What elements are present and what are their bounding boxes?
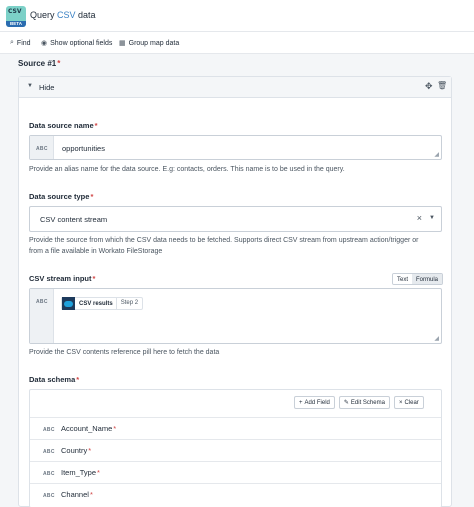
schema-field-row[interactable]: ABC Channel* xyxy=(30,483,441,505)
data-source-name-label: Data source name* xyxy=(29,121,98,130)
group-map-data-button[interactable]: ▦ Group map data xyxy=(119,39,179,48)
find-button[interactable]: ⌕ Find xyxy=(10,39,31,47)
trash-icon[interactable]: 🗑 xyxy=(437,81,447,90)
abc-type-tag: ABC xyxy=(43,427,55,433)
salesforce-icon xyxy=(62,297,75,310)
schema-field-row[interactable]: ABC Account_Name* xyxy=(30,417,441,439)
abc-type-tag: ABC xyxy=(36,146,48,152)
type-gutter: ABC xyxy=(30,136,54,159)
data-source-type-hint: Provide the source from which the CSV da… xyxy=(29,237,419,255)
abc-type-tag: ABC xyxy=(43,493,55,499)
text-mode-toggle[interactable]: Text xyxy=(393,274,413,284)
chevron-down-icon[interactable]: ▼ xyxy=(27,83,33,89)
source-panel: ▼ Hide ✥ 🗑 Data source name* ABC opportu… xyxy=(18,76,452,507)
source-panel-header[interactable]: ▼ Hide ✥ 🗑 xyxy=(19,77,451,98)
schema-actions: + Add Field ✎ Edit Schema × Clear xyxy=(294,396,424,409)
clear-button[interactable]: × Clear xyxy=(393,396,424,409)
data-source-name-value: opportunities xyxy=(62,144,105,153)
abc-type-tag: ABC xyxy=(43,449,55,455)
schema-field-name: Item_Type* xyxy=(61,468,100,477)
resize-handle-icon[interactable]: ◢ xyxy=(434,151,439,158)
csv-app-logo: CSV BETA xyxy=(6,6,26,27)
plus-icon: + xyxy=(299,399,303,406)
data-source-name-hint: Provide an alias name for the data sourc… xyxy=(29,166,345,173)
show-optional-fields-button[interactable]: ◉ Show optional fields xyxy=(41,39,112,48)
schema-field-row[interactable]: ABC Country* xyxy=(30,439,441,461)
text-formula-toggle: Text Formula xyxy=(392,273,444,285)
datapill-label: CSV results xyxy=(79,300,113,307)
search-icon: ⌕ xyxy=(10,39,14,46)
schema-field-name: Country* xyxy=(61,446,92,455)
app-header: CSV BETA Query CSV data xyxy=(0,0,474,32)
type-gutter: ABC xyxy=(30,289,54,343)
source-label: Source #1* xyxy=(18,59,61,68)
csv-stream-input-hint: Provide the CSV contents reference pill … xyxy=(29,349,220,356)
abc-type-tag: ABC xyxy=(43,471,55,477)
schema-field-name: Channel* xyxy=(61,490,93,499)
datapill-step: Step 2 xyxy=(115,297,142,310)
data-source-type-label: Data source type* xyxy=(29,192,94,201)
chevron-down-icon[interactable]: ▼ xyxy=(429,215,435,221)
formula-mode-toggle[interactable]: Formula xyxy=(412,274,443,284)
datapill[interactable]: CSV results Step 2 xyxy=(61,297,144,310)
logo-text: CSV xyxy=(8,8,22,15)
page-title: Query CSV data xyxy=(30,10,96,20)
hide-toggle[interactable]: Hide xyxy=(39,83,54,92)
close-icon: × xyxy=(398,399,403,406)
data-source-type-value: CSV content stream xyxy=(40,215,108,224)
schema-field-name: Account_Name* xyxy=(61,424,117,433)
edit-schema-button[interactable]: ✎ Edit Schema xyxy=(338,396,390,409)
beta-badge: BETA xyxy=(6,21,26,27)
schema-field-row[interactable]: ABC Item_Type* xyxy=(30,461,441,483)
move-icon[interactable]: ✥ xyxy=(425,81,433,92)
data-schema-label: Data schema* xyxy=(29,375,80,384)
toolbar: ⌕ Find ◉ Show optional fields ▦ Group ma… xyxy=(0,32,474,54)
abc-type-tag: ABC xyxy=(36,299,48,305)
resize-handle-icon[interactable]: ◢ xyxy=(434,335,439,342)
eye-icon: ◉ xyxy=(41,40,48,47)
add-field-button[interactable]: + Add Field xyxy=(294,396,335,409)
data-source-name-input[interactable]: ABC opportunities ◢ xyxy=(29,135,442,160)
data-schema-table: + Add Field ✎ Edit Schema × Clear ABC Ac… xyxy=(29,389,442,507)
csv-stream-input[interactable]: ABC CSV results Step 2 ◢ xyxy=(29,288,442,344)
data-source-type-select[interactable]: CSV content stream × ▼ xyxy=(29,206,442,232)
clear-icon[interactable]: × xyxy=(417,213,422,223)
grid-icon: ▦ xyxy=(119,40,126,47)
pencil-icon: ✎ xyxy=(343,400,349,406)
csv-stream-input-label: CSV stream input* xyxy=(29,274,96,283)
